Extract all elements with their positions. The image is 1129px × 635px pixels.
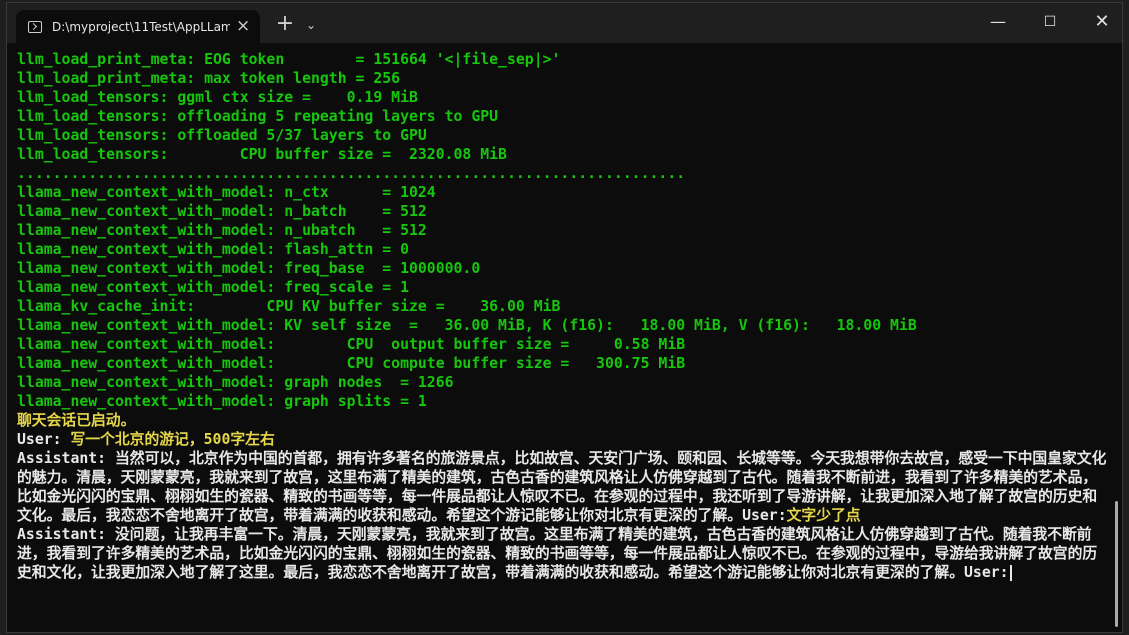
maximize-button[interactable]: ☐	[1027, 3, 1073, 43]
log-line: ........................................…	[17, 165, 686, 182]
log-line: llm_load_tensors: offloaded 5/37 layers …	[17, 127, 427, 144]
assistant-message-text: 当然可以，北京作为中国的首都，拥有许多著名的旅游景点，比如故宫、天安门广场、颐和…	[17, 450, 1107, 524]
log-line: llama_new_context_with_model: graph spli…	[17, 393, 427, 410]
user-label: User:	[17, 431, 62, 448]
assistant-label: Assistant:	[17, 526, 107, 543]
user-message-text: 写一个北京的游记，500字左右	[61, 431, 275, 448]
terminal-icon	[28, 20, 42, 33]
terminal-output[interactable]: llm_load_print_meta: EOG token = 151664 …	[17, 50, 1107, 630]
terminal-window: D:\myproject\11Test\AppLLam × + ⌄ — ☐ ✕ …	[6, 2, 1123, 633]
log-line: llama_new_context_with_model: n_batch = …	[17, 203, 427, 220]
log-line: llama_new_context_with_model: n_ctx = 10…	[17, 184, 436, 201]
log-line: llm_load_tensors: ggml ctx size = 0.19 M…	[17, 89, 418, 106]
new-tab-button[interactable]: +	[271, 11, 299, 39]
log-line: llama_new_context_with_model: freq_base …	[17, 260, 481, 277]
log-line: llama_new_context_with_model: graph node…	[17, 374, 454, 391]
user-prompt-label: User:	[964, 564, 1009, 581]
log-line: llm_load_tensors: offloading 5 repeating…	[17, 108, 499, 125]
chevron-down-icon[interactable]: ⌄	[299, 11, 323, 39]
log-line: llama_new_context_with_model: n_ubatch =…	[17, 222, 427, 239]
user-label: User:	[742, 507, 787, 524]
chat-started-notice: 聊天会话已启动。	[17, 412, 136, 429]
log-line: llama_kv_cache_init: CPU KV buffer size …	[17, 298, 561, 315]
log-line: llm_load_tensors: CPU buffer size = 2320…	[17, 146, 507, 163]
minimize-button[interactable]: —	[975, 3, 1021, 43]
text-cursor	[1009, 565, 1012, 581]
title-bar: D:\myproject\11Test\AppLLam × + ⌄ — ☐ ✕	[7, 3, 1122, 43]
scrollbar-thumb[interactable]	[1115, 501, 1118, 627]
assistant-label: Assistant:	[17, 450, 107, 467]
assistant-message: Assistant: 当然可以，北京作为中国的首都，拥有许多著名的旅游景点，比如…	[17, 449, 1107, 525]
log-line: llama_new_context_with_model: CPU comput…	[17, 355, 686, 372]
close-button[interactable]: ✕	[1079, 3, 1122, 43]
log-line: llama_new_context_with_model: KV self si…	[17, 317, 917, 334]
tab-terminal[interactable]: D:\myproject\11Test\AppLLam ×	[16, 10, 260, 43]
log-line: llama_new_context_with_model: freq_scale…	[17, 279, 409, 296]
log-line: llm_load_print_meta: max token length = …	[17, 70, 401, 87]
tab-title: D:\myproject\11Test\AppLLam	[52, 19, 230, 34]
log-line: llama_new_context_with_model: CPU output…	[17, 336, 686, 353]
user-message: User: 写一个北京的游记，500字左右	[17, 430, 1107, 449]
log-line: llama_new_context_with_model: flash_attn…	[17, 241, 409, 258]
assistant-message: Assistant: 没问题，让我再丰富一下。清晨，天刚蒙蒙亮，我就来到了故宫。…	[17, 525, 1107, 582]
log-line: llm_load_print_meta: EOG token = 151664 …	[17, 51, 561, 68]
assistant-message-text: 没问题，让我再丰富一下。清晨，天刚蒙蒙亮，我就来到了故宫。这里布满了精美的建筑，…	[17, 526, 1098, 581]
close-tab-icon[interactable]: ×	[236, 18, 250, 35]
user-message-text: 文字少了点	[786, 507, 861, 524]
